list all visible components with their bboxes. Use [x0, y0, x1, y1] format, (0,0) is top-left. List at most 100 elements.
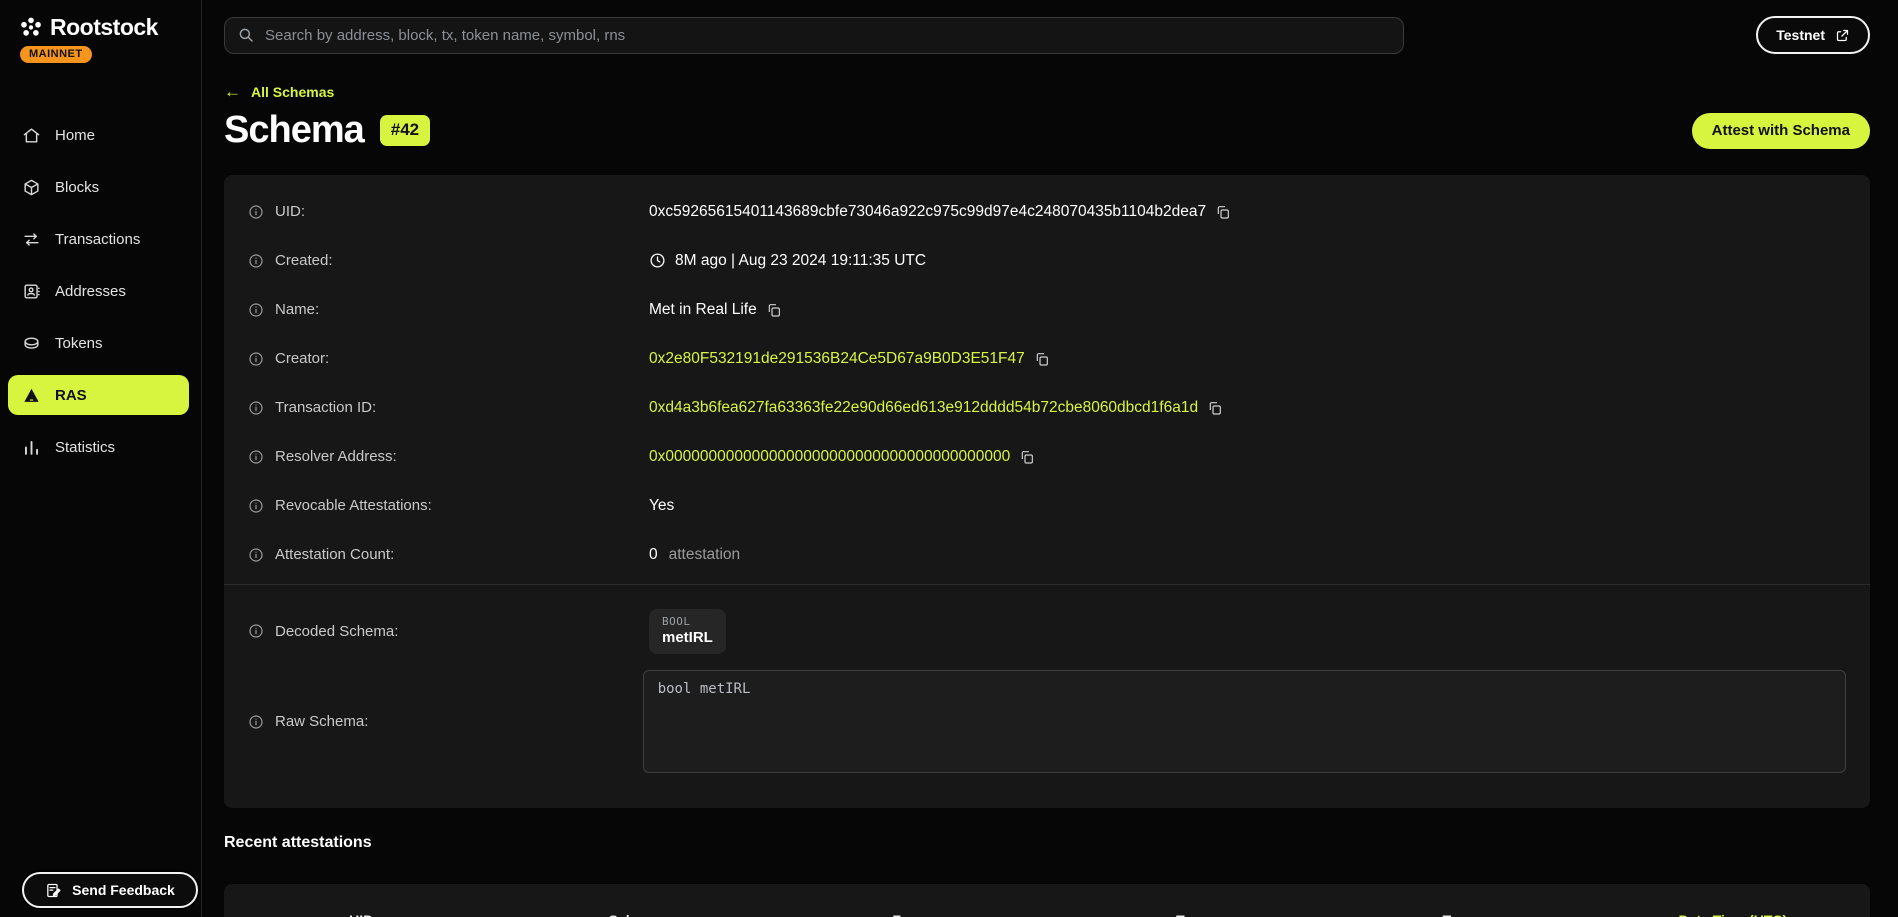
detail-label: Transaction ID:: [275, 399, 376, 416]
feedback-pencil-icon: [45, 882, 62, 899]
schema-details-card: UID: 0xc59265615401143689cbfe73046a922c9…: [224, 175, 1870, 808]
copy-icon[interactable]: [1207, 400, 1223, 416]
detail-row-uid: UID: 0xc59265615401143689cbfe73046a922c9…: [248, 187, 1846, 236]
detail-row-created: Created: 8M ago | Aug 23 2024 19:11:35 U…: [248, 236, 1846, 285]
detail-row-revocable: Revocable Attestations: Yes: [248, 481, 1846, 530]
raw-schema-textarea[interactable]: bool metIRL: [643, 670, 1846, 773]
network-badge: MAINNET: [20, 46, 92, 63]
sidebar: Rootstock MAINNET Home Blocks Transactio…: [0, 0, 202, 917]
copy-icon[interactable]: [1019, 449, 1035, 465]
info-icon[interactable]: [248, 623, 264, 639]
coin-icon: [22, 334, 41, 353]
creator-address-link[interactable]: 0x2e80F532191de291536B24Ce5D67a9B0D3E51F…: [649, 350, 1025, 368]
rootstock-logo[interactable]: Rootstock: [18, 14, 201, 41]
page-title: Schema: [224, 109, 364, 152]
schema-field-type: BOOL: [662, 615, 713, 628]
search-box: [224, 17, 1404, 54]
attestations-table: UID Schema From To Type Date Time (UTC): [224, 884, 1870, 917]
info-icon[interactable]: [248, 714, 264, 730]
detail-row-resolver-address: Resolver Address: 0x00000000000000000000…: [248, 432, 1846, 481]
column-header-type: Type: [1321, 912, 1595, 917]
clock-icon: [649, 252, 666, 269]
sidebar-nav: Home Blocks Transactions Addresses Token…: [0, 115, 201, 467]
copy-icon[interactable]: [1034, 351, 1050, 367]
back-to-all-schemas-link[interactable]: ← All Schemas: [224, 83, 334, 100]
info-icon[interactable]: [248, 253, 264, 269]
topbar: Testnet: [224, 0, 1870, 54]
ras-triangle-icon: [22, 386, 41, 405]
search-input[interactable]: [265, 27, 1391, 44]
column-header-from: From: [773, 912, 1047, 917]
detail-label: Created:: [275, 252, 333, 269]
attest-with-schema-button[interactable]: Attest with Schema: [1692, 113, 1870, 149]
feedback-label: Send Feedback: [72, 882, 175, 898]
attestations-table-header: UID Schema From To Type Date Time (UTC): [224, 900, 1870, 917]
transaction-id-link[interactable]: 0xd4a3b6fea627fa63363fe22e90d66ed613e912…: [649, 399, 1198, 417]
column-header-uid: UID: [224, 912, 498, 917]
detail-label: Name:: [275, 301, 319, 318]
testnet-switch-button[interactable]: Testnet: [1756, 16, 1870, 54]
column-header-datetime[interactable]: Date Time (UTC): [1596, 912, 1870, 917]
recent-attestations-heading: Recent attestations: [224, 834, 1870, 852]
detail-row-raw-schema: Raw Schema: bool metIRL: [248, 670, 1846, 773]
attestation-count-value: 0: [649, 546, 658, 564]
sidebar-item-label: Home: [55, 127, 95, 144]
schema-field-name: metIRL: [662, 629, 713, 646]
title-row: Schema #42 Attest with Schema: [224, 109, 1870, 152]
info-icon[interactable]: [248, 351, 264, 367]
detail-label: Creator:: [275, 350, 329, 367]
resolver-address-link[interactable]: 0x00000000000000000000000000000000000000…: [649, 448, 1010, 466]
sidebar-item-label: Statistics: [55, 439, 115, 456]
name-value: Met in Real Life: [649, 301, 757, 319]
main-content: Testnet ← All Schemas Schema #42 Attest …: [203, 0, 1898, 917]
sidebar-item-label: Transactions: [55, 231, 140, 248]
send-feedback-button[interactable]: Send Feedback: [22, 872, 198, 908]
info-icon[interactable]: [248, 302, 264, 318]
sidebar-item-ras[interactable]: RAS: [8, 375, 189, 415]
info-icon[interactable]: [248, 498, 264, 514]
info-icon[interactable]: [248, 204, 264, 220]
sidebar-item-home[interactable]: Home: [8, 115, 189, 155]
sidebar-item-label: Blocks: [55, 179, 99, 196]
external-link-icon: [1835, 28, 1850, 43]
rootstock-logo-icon: [18, 15, 44, 41]
info-icon[interactable]: [248, 547, 264, 563]
testnet-label: Testnet: [1776, 27, 1825, 43]
bar-chart-icon: [22, 438, 41, 457]
detail-row-transaction-id: Transaction ID: 0xd4a3b6fea627fa63363fe2…: [248, 383, 1846, 432]
sidebar-item-label: Tokens: [55, 335, 103, 352]
detail-label: Raw Schema:: [275, 713, 368, 730]
detail-row-creator: Creator: 0x2e80F532191de291536B24Ce5D67a…: [248, 334, 1846, 383]
info-icon[interactable]: [248, 449, 264, 465]
copy-icon[interactable]: [766, 302, 782, 318]
uid-value: 0xc59265615401143689cbfe73046a922c975c99…: [649, 203, 1206, 221]
arrow-left-icon: ←: [224, 83, 241, 100]
sidebar-item-addresses[interactable]: Addresses: [8, 271, 189, 311]
sidebar-item-transactions[interactable]: Transactions: [8, 219, 189, 259]
sidebar-item-blocks[interactable]: Blocks: [8, 167, 189, 207]
sidebar-item-label: Addresses: [55, 283, 126, 300]
sidebar-item-label: RAS: [55, 387, 87, 404]
detail-label: UID:: [275, 203, 305, 220]
detail-row-decoded-schema: Decoded Schema: BOOL metIRL: [248, 605, 1846, 657]
search-icon: [237, 26, 255, 44]
detail-row-name: Name: Met in Real Life: [248, 285, 1846, 334]
column-header-schema: Schema: [498, 912, 772, 917]
detail-label: Attestation Count:: [275, 546, 394, 563]
cube-icon: [22, 178, 41, 197]
back-link-label: All Schemas: [251, 84, 334, 100]
detail-label: Revocable Attestations:: [275, 497, 432, 514]
info-icon[interactable]: [248, 400, 264, 416]
detail-label: Decoded Schema:: [275, 623, 398, 640]
copy-icon[interactable]: [1215, 204, 1231, 220]
brand-name: Rootstock: [50, 14, 158, 41]
schema-id-badge: #42: [380, 115, 430, 146]
sidebar-item-tokens[interactable]: Tokens: [8, 323, 189, 363]
created-value: 8M ago | Aug 23 2024 19:11:35 UTC: [675, 252, 926, 270]
sidebar-item-statistics[interactable]: Statistics: [8, 427, 189, 467]
attestation-count-suffix: attestation: [669, 546, 741, 564]
home-icon: [22, 126, 41, 145]
detail-label: Resolver Address:: [275, 448, 397, 465]
column-header-to: To: [1047, 912, 1321, 917]
revocable-value: Yes: [649, 497, 674, 515]
